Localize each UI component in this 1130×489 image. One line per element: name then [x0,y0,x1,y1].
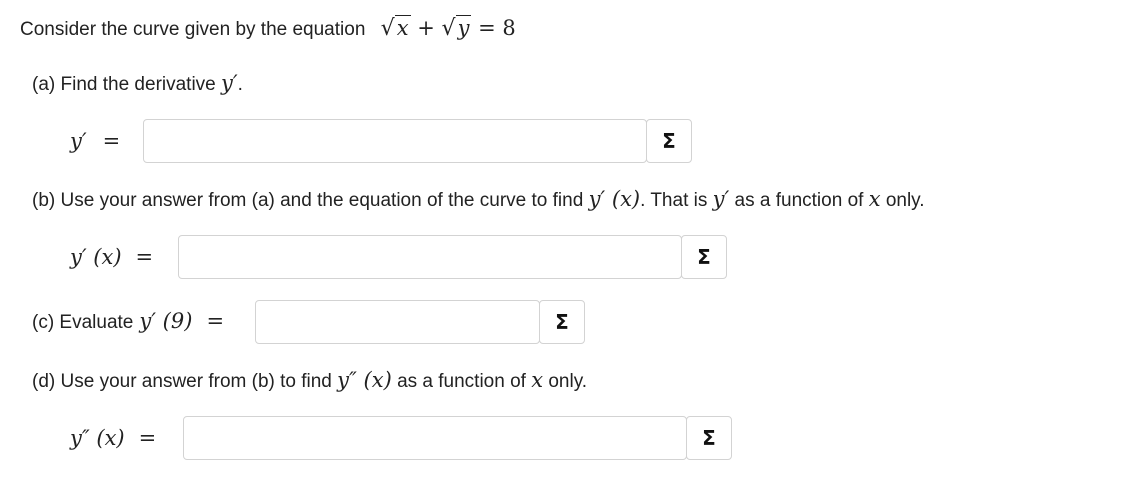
part-b-prompt: (b) Use your answer from (a) and the equ… [32,187,925,211]
sqrt-y: √y [441,15,472,41]
answer-input-c[interactable] [255,300,540,344]
part-c-prompt: (c) Evaluate y′ (9) = [32,309,225,333]
sigma-icon: Σ [697,245,711,269]
sigma-button-a[interactable]: Σ [646,119,692,163]
sigma-button-b[interactable]: Σ [681,235,727,279]
answer-input-b[interactable] [178,235,682,279]
problem-statement: Consider the curve given by the equation… [20,15,516,42]
sigma-icon: Σ [555,310,569,334]
curve-equation: √x + √y = 8 [380,15,516,41]
sqrt-x: √x [380,15,411,41]
part-d-prompt: (d) Use your answer from (b) to find y″ … [32,368,588,392]
answer-input-a[interactable] [143,119,647,163]
intro-text: Consider the curve given by the equation [20,19,366,40]
sigma-button-d[interactable]: Σ [686,416,732,460]
part-b-label: y′ (x) = [70,245,154,269]
answer-input-d[interactable] [183,416,687,460]
sigma-icon: Σ [662,129,676,153]
part-a-prompt: (a) Find the derivative y′. [32,71,243,95]
part-a-label: y′ = [70,129,121,153]
sigma-button-c[interactable]: Σ [539,300,585,344]
part-d-label: y″ (x) = [70,426,157,450]
sigma-icon: Σ [702,426,716,450]
